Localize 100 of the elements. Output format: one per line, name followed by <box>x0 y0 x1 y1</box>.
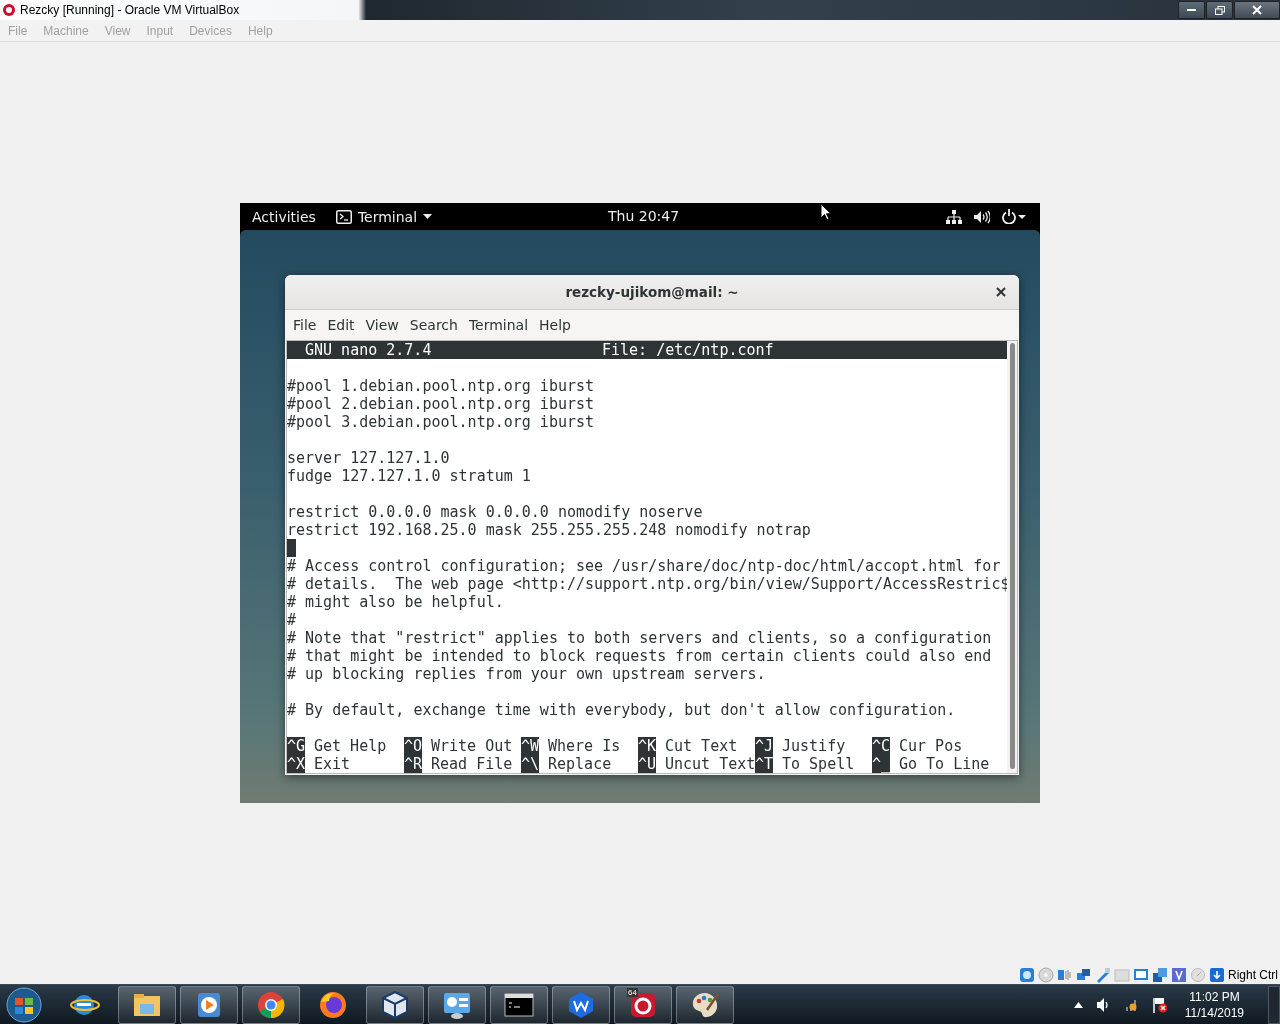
power-menu-icon[interactable] <box>1002 209 1026 224</box>
taskbar-button[interactable] <box>118 986 176 1024</box>
taskbar-button[interactable] <box>180 986 238 1024</box>
menu-item[interactable]: File <box>288 317 322 333</box>
taskbar-button[interactable]: 64 <box>614 986 672 1024</box>
shortcut-key: ^X <box>287 755 305 773</box>
code-line: # details. The web page <http://support.ntp.org/bin/view/Support/AccessRestric$ <box>287 575 1010 593</box>
video-capture-icon <box>1152 967 1168 983</box>
shortcut-label: Replace <box>548 755 612 773</box>
shortcut-key: ^O <box>404 737 422 755</box>
activities-button[interactable]: Activities <box>240 208 328 225</box>
caret-icon <box>423 214 433 219</box>
taskbar-button[interactable] <box>428 986 486 1024</box>
shortcut-key: ^\ <box>521 755 539 773</box>
version-badge: 64 <box>627 988 638 997</box>
cpu-icon <box>1171 967 1187 983</box>
show-hidden-icons-icon[interactable] <box>1073 1002 1083 1008</box>
shared-folder-icon <box>1114 967 1130 983</box>
window-title: Rezcky [Running] - Oracle VM VirtualBox <box>20 3 240 17</box>
menu-item[interactable]: Terminal <box>463 317 534 333</box>
taskbar-button[interactable] <box>242 986 300 1024</box>
fox-globe-icon <box>318 990 348 1020</box>
windows-logo-icon <box>4 986 44 1024</box>
command-prompt-icon <box>504 990 534 1020</box>
shortcut-label: Cut Text <box>665 737 738 755</box>
cube-icon <box>380 990 410 1020</box>
shortcut-label: Where Is <box>548 737 621 755</box>
terminal-icon <box>335 209 352 224</box>
shortcut-label: Go To Line <box>899 755 990 773</box>
code-line: fudge 127.127.1.0 stratum 1 <box>287 467 531 485</box>
code-line: # might also be helpful. <box>287 593 504 611</box>
network-icon <box>946 209 962 224</box>
minimize-button[interactable] <box>1178 1 1205 19</box>
clock[interactable]: Thu 20:47 <box>608 208 680 224</box>
usb-icon <box>1095 967 1111 983</box>
taskbar-button[interactable] <box>490 986 548 1024</box>
code-line: # Note that "restrict" applies to both servers and clients, so a configuration <box>287 629 992 647</box>
audio-icon <box>1057 967 1073 983</box>
menu-item[interactable]: View <box>360 317 404 333</box>
shortcut-key: ^U <box>638 755 656 773</box>
code-line: #pool 2.debian.pool.ntp.org iburst <box>287 395 595 413</box>
code-line: restrict 192.168.25.0 mask 255.255.255.248 nomodify notrap <box>287 521 811 539</box>
menu-item[interactable]: Help <box>534 317 576 333</box>
control-panel-icon <box>442 990 472 1020</box>
volume-icon <box>974 209 990 224</box>
keyboard-icon <box>1209 967 1225 983</box>
shortcut-label: Exit <box>314 755 351 773</box>
code-line: # Access control configuration; see /usr/share/doc/ntp-doc/html/accopt.html for <box>287 557 1001 575</box>
restore-button[interactable] <box>1206 1 1233 19</box>
shortcut-key: ^K <box>638 737 656 755</box>
code-line: restrict 0.0.0.0 mask 0.0.0.0 nomodify noserve <box>287 503 703 521</box>
ring-icon <box>628 990 658 1020</box>
shortcut-label: Write Out <box>431 737 513 755</box>
app-menu[interactable]: Terminal <box>327 208 433 225</box>
code-line: #pool 3.debian.pool.ntp.org iburst <box>287 413 595 431</box>
shortcut-key: ^W <box>521 737 539 755</box>
minimize-icon <box>1187 9 1196 11</box>
shortcut-key: ^T <box>755 755 773 773</box>
close-icon[interactable] <box>996 287 1006 297</box>
window-title: rezcky-ujikom@mail: ~ <box>565 284 739 300</box>
shortcut-key: ^C <box>872 737 890 755</box>
code-line: #pool 1.debian.pool.ntp.org iburst <box>287 377 595 395</box>
shortcut-label: Read File <box>431 755 513 773</box>
shortcut-key: ^G <box>287 737 305 755</box>
host-key-label: Right Ctrl <box>1228 968 1278 982</box>
taskbar-button[interactable] <box>366 986 424 1024</box>
restore-icon <box>1214 5 1225 15</box>
close-button[interactable] <box>1234 1 1280 19</box>
app-logo-icon <box>2 3 16 17</box>
shortcut-label: Justify <box>782 737 846 755</box>
scroll-thumb[interactable] <box>1009 343 1015 769</box>
code-line: # that might be intended to block requests from certain clients could also end <box>287 647 992 665</box>
code-line: server 127.127.1.0 <box>287 449 450 467</box>
flag-error-icon[interactable] <box>1152 997 1167 1013</box>
taskbar-button[interactable] <box>552 986 610 1024</box>
scrollbar[interactable] <box>1007 341 1017 773</box>
w-logo-icon <box>566 990 596 1020</box>
shortcut-label: Get Help <box>314 737 387 755</box>
browser-icon <box>256 990 286 1020</box>
volume-icon[interactable] <box>1096 998 1109 1012</box>
network-icon <box>1076 967 1092 983</box>
shortcut-key: ^R <box>404 755 422 773</box>
file-name: File: /etc/ntp.conf <box>602 341 774 359</box>
display-icon <box>1133 967 1149 983</box>
taskbar-button[interactable] <box>676 986 734 1024</box>
editor-version: GNU nano 2.7.4 <box>304 341 433 359</box>
close-icon <box>1252 5 1262 15</box>
shortcut-label: Uncut Text <box>665 755 756 773</box>
mouse-icon <box>1190 967 1206 983</box>
palette-icon <box>690 990 720 1020</box>
shortcut-label: Cur Pos <box>899 737 963 755</box>
menu-item[interactable]: Search <box>404 317 463 333</box>
clock-date[interactable]: 11/14/2019 <box>1184 1005 1244 1021</box>
text-cursor <box>287 539 296 557</box>
clock-time[interactable]: 11:02 PM <box>1189 989 1240 1005</box>
shortcut-key: ^J <box>755 737 773 755</box>
code-line: # <box>287 611 297 629</box>
code-line: # By default, exchange time with everybody, but don't allow configuration. <box>287 701 956 719</box>
menu-item[interactable]: Edit <box>322 317 360 333</box>
code-line: # up blocking replies from your own upstream servers. <box>287 665 766 683</box>
